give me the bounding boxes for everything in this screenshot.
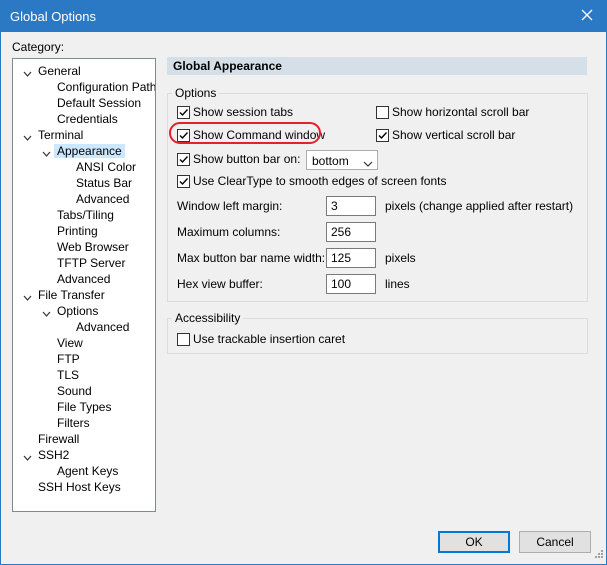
tree-item-tftp-server[interactable]: TFTP Server bbox=[54, 255, 128, 271]
checkbox-checked-icon[interactable] bbox=[177, 129, 190, 142]
tree-item-printing[interactable]: Printing bbox=[54, 223, 101, 239]
tree-item-ansi-color[interactable]: ANSI Color bbox=[73, 159, 139, 175]
chevron-down-icon[interactable] bbox=[23, 131, 32, 141]
tree-item-options[interactable]: Options bbox=[42, 303, 101, 319]
max-button-bar-name-width-unit: pixels bbox=[385, 251, 416, 265]
tree-item-file-types[interactable]: File Types bbox=[54, 399, 114, 415]
chevron-down-icon[interactable] bbox=[363, 157, 373, 171]
tree-item-appearance-advanced[interactable]: Advanced bbox=[73, 191, 132, 207]
tree-item-ssh-host-keys[interactable]: SSH Host Keys bbox=[35, 479, 124, 495]
tree-item-tls[interactable]: TLS bbox=[54, 367, 82, 383]
max-button-bar-name-width-label: Max button bar name width: bbox=[177, 251, 326, 265]
tree-item-terminal-advanced[interactable]: Advanced bbox=[54, 271, 113, 287]
chevron-down-icon[interactable] bbox=[42, 147, 51, 157]
hex-view-buffer-input[interactable]: 100 bbox=[326, 274, 376, 294]
tree-item-file-transfer[interactable]: File Transfer bbox=[23, 287, 108, 303]
hex-view-buffer-unit: lines bbox=[385, 277, 410, 291]
maximum-columns-label: Maximum columns: bbox=[177, 225, 281, 239]
tree-item-general[interactable]: General bbox=[23, 63, 84, 79]
close-icon[interactable] bbox=[578, 6, 596, 24]
tree-item-credentials[interactable]: Credentials bbox=[54, 111, 121, 127]
tree-item-view[interactable]: View bbox=[54, 335, 86, 351]
tree-item-options-advanced[interactable]: Advanced bbox=[73, 319, 132, 335]
tree-item-firewall[interactable]: Firewall bbox=[35, 431, 82, 447]
tree-item-ssh2[interactable]: SSH2 bbox=[23, 447, 72, 463]
hex-view-buffer-label: Hex view buffer: bbox=[177, 277, 263, 291]
category-label: Category: bbox=[12, 40, 65, 54]
category-tree[interactable]: General Configuration Paths Default Sess… bbox=[12, 58, 156, 512]
chevron-down-icon[interactable] bbox=[23, 67, 32, 77]
tree-item-sound[interactable]: Sound bbox=[54, 383, 95, 399]
section-header: Global Appearance bbox=[167, 57, 587, 75]
tree-item-ftp[interactable]: FTP bbox=[54, 351, 83, 367]
tree-item-status-bar[interactable]: Status Bar bbox=[73, 175, 135, 191]
tree-item-configuration-paths[interactable]: Configuration Paths bbox=[54, 79, 155, 95]
accessibility-group-label: Accessibility bbox=[172, 311, 244, 325]
title-bar[interactable]: Global Options bbox=[1, 1, 606, 32]
options-group-label: Options bbox=[172, 86, 220, 100]
section-title: Global Appearance bbox=[173, 59, 282, 73]
chevron-down-icon[interactable] bbox=[23, 451, 32, 461]
tree-item-agent-keys[interactable]: Agent Keys bbox=[54, 463, 121, 479]
window-title: Global Options bbox=[10, 9, 96, 24]
options-group bbox=[167, 93, 588, 302]
tree-item-default-session[interactable]: Default Session bbox=[54, 95, 144, 111]
checkbox-unchecked-icon[interactable] bbox=[376, 106, 389, 119]
global-options-dialog: Global Options Category: General Configu… bbox=[0, 0, 607, 565]
checkbox-checked-icon[interactable] bbox=[376, 129, 389, 142]
max-button-bar-name-width-input[interactable]: 125 bbox=[326, 248, 376, 268]
tree-item-web-browser[interactable]: Web Browser bbox=[54, 239, 132, 255]
window-left-margin-label: Window left margin: bbox=[177, 199, 283, 213]
window-left-margin-input[interactable]: 3 bbox=[326, 196, 376, 216]
checkbox-unchecked-icon[interactable] bbox=[177, 333, 190, 346]
checkbox-checked-icon[interactable] bbox=[177, 175, 190, 188]
tree-item-filters[interactable]: Filters bbox=[54, 415, 93, 431]
tree-item-appearance[interactable]: Appearance bbox=[42, 143, 125, 159]
checkbox-checked-icon[interactable] bbox=[177, 106, 190, 119]
ok-button[interactable]: OK bbox=[438, 531, 510, 553]
window-left-margin-unit: pixels (change applied after restart) bbox=[385, 199, 574, 213]
button-bar-position-select[interactable]: bottom bbox=[306, 150, 378, 170]
tree-item-tabs-tiling[interactable]: Tabs/Tiling bbox=[54, 207, 117, 223]
maximum-columns-input[interactable]: 256 bbox=[326, 222, 376, 242]
resize-grip-icon[interactable] bbox=[594, 548, 604, 562]
chevron-down-icon[interactable] bbox=[42, 307, 51, 317]
cancel-button[interactable]: Cancel bbox=[519, 531, 591, 553]
tree-item-terminal[interactable]: Terminal bbox=[23, 127, 86, 143]
chevron-down-icon[interactable] bbox=[23, 291, 32, 301]
checkbox-checked-icon[interactable] bbox=[177, 153, 190, 166]
